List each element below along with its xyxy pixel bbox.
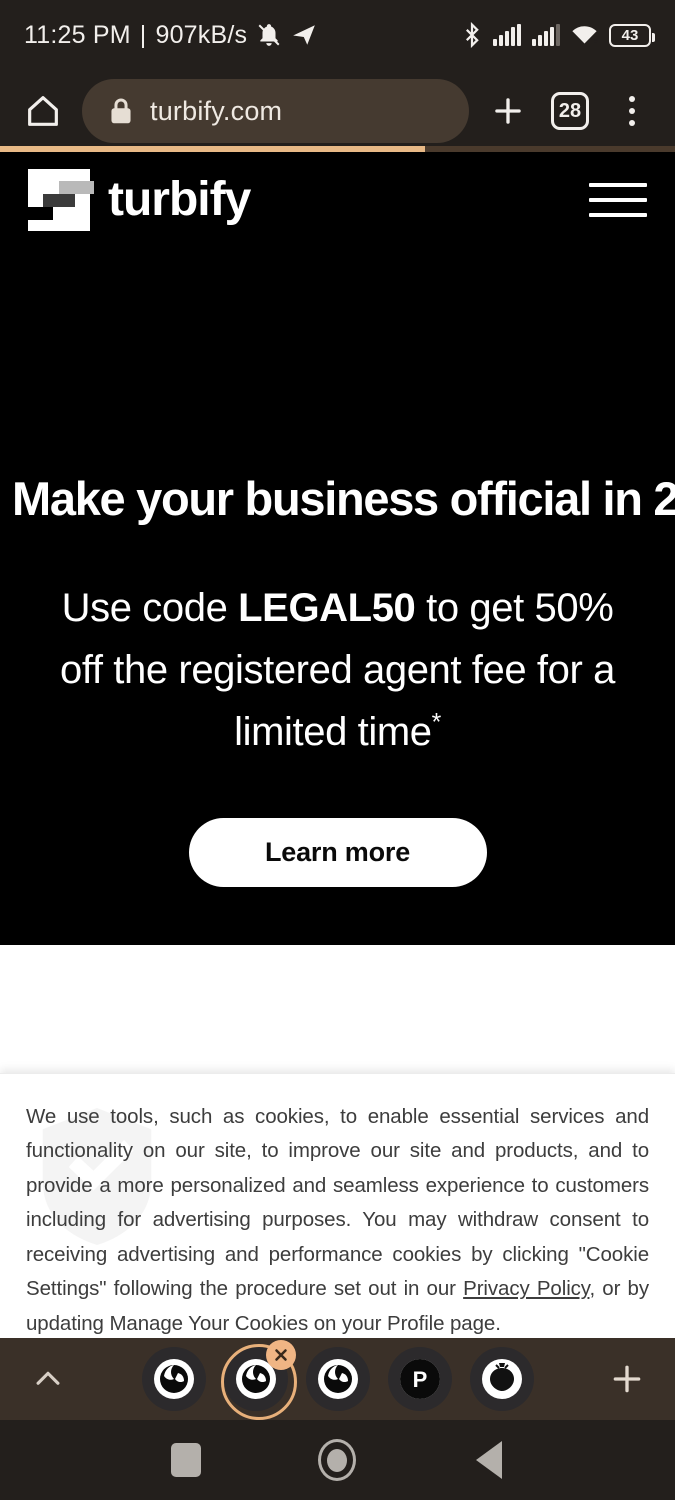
home-button[interactable] xyxy=(307,1430,367,1490)
close-tab-button[interactable] xyxy=(265,1340,296,1370)
page-title: Make your business official in 2022 xyxy=(12,472,675,525)
svg-text:P: P xyxy=(412,1367,427,1392)
cookie-consent-banner: We use tools, such as cookies, to enable… xyxy=(0,1073,675,1338)
circle-home-icon xyxy=(318,1439,357,1481)
plus-icon xyxy=(495,98,521,124)
wifi-icon xyxy=(572,26,598,44)
new-tab-button[interactable] xyxy=(485,88,531,134)
battery-icon: 43 xyxy=(609,23,655,47)
hamburger-menu-icon[interactable] xyxy=(589,183,647,217)
chevron-up-icon xyxy=(36,1371,60,1385)
browser-tab-3[interactable] xyxy=(305,1347,370,1411)
globe-favicon xyxy=(153,1359,194,1399)
phone-screen: 11:25 PM | 907kB/s 43 turbify.com 28 tur… xyxy=(0,0,675,1500)
privacy-policy-link[interactable]: Privacy Policy xyxy=(463,1277,589,1300)
promo-code: LEGAL50 xyxy=(238,585,416,630)
lock-icon xyxy=(111,98,131,124)
page-white-space xyxy=(0,945,675,1073)
url-text[interactable]: turbify.com xyxy=(150,96,282,127)
browser-tab-1[interactable] xyxy=(141,1347,206,1411)
brand-name: turbify xyxy=(108,173,251,226)
triangle-back-icon xyxy=(476,1441,503,1479)
site-brand[interactable]: turbify xyxy=(18,169,251,231)
android-nav-bar xyxy=(0,1420,675,1500)
learn-more-button[interactable]: Learn more xyxy=(188,817,487,887)
browser-tab-5[interactable] xyxy=(469,1347,534,1411)
expand-tabstrip-button[interactable] xyxy=(22,1362,74,1396)
tab-list: P xyxy=(74,1340,601,1420)
status-bar-left: 11:25 PM | 907kB/s xyxy=(24,21,317,50)
recents-button[interactable] xyxy=(156,1430,216,1490)
home-button[interactable] xyxy=(20,88,66,134)
home-icon xyxy=(28,96,58,126)
bell-muted-icon xyxy=(258,24,280,46)
hero-section: Make your business official in 2022 Use … xyxy=(0,248,675,945)
browser-tab-4[interactable]: P xyxy=(387,1347,452,1411)
strawberry-favicon xyxy=(481,1359,522,1399)
tab-count-value: 28 xyxy=(558,100,582,122)
status-bar-right: 43 xyxy=(462,22,655,48)
browser-toolbar: turbify.com 28 xyxy=(0,70,675,152)
footnote-asterisk: * xyxy=(431,709,442,737)
tab-count-badge: 28 xyxy=(551,92,589,130)
bluetooth-icon xyxy=(466,22,479,48)
browser-tab-2[interactable] xyxy=(220,1340,297,1420)
signal-bars-icon xyxy=(532,24,560,46)
turbify-logo-icon xyxy=(18,169,94,231)
status-separator: | xyxy=(139,20,147,49)
kebab-menu-icon xyxy=(629,96,635,126)
cookie-text-part1: We use tools, such as cookies, to enable… xyxy=(26,1105,649,1301)
url-bar[interactable]: turbify.com xyxy=(82,79,469,143)
back-button[interactable] xyxy=(459,1430,519,1490)
browser-menu-button[interactable] xyxy=(609,88,655,134)
hero-subtitle: Use code LEGAL50 to get 50% off the regi… xyxy=(12,525,663,763)
cookie-consent-text: We use tools, such as cookies, to enable… xyxy=(26,1100,649,1338)
pinterest-favicon: P xyxy=(399,1359,440,1399)
status-time: 11:25 PM xyxy=(24,20,131,49)
site-header: turbify xyxy=(0,152,675,248)
tab-switcher-button[interactable]: 28 xyxy=(547,88,593,134)
add-tab-button[interactable] xyxy=(601,1359,653,1399)
signal-bars-icon xyxy=(493,24,521,46)
status-bar: 11:25 PM | 907kB/s 43 xyxy=(0,0,675,70)
hero-cta-wrap: Learn more xyxy=(12,763,663,887)
plus-icon xyxy=(613,1365,641,1393)
tab-strip: P xyxy=(0,1338,675,1420)
web-page-viewport: turbify Make your business official in 2… xyxy=(0,152,675,1338)
close-icon xyxy=(274,1349,287,1361)
send-icon xyxy=(293,25,316,45)
battery-level: 43 xyxy=(621,26,639,44)
status-network-speed: 907kB/s xyxy=(155,20,248,49)
hero-sub-part1: Use code xyxy=(61,585,239,630)
globe-favicon xyxy=(317,1359,358,1399)
square-recents-icon xyxy=(170,1443,201,1477)
